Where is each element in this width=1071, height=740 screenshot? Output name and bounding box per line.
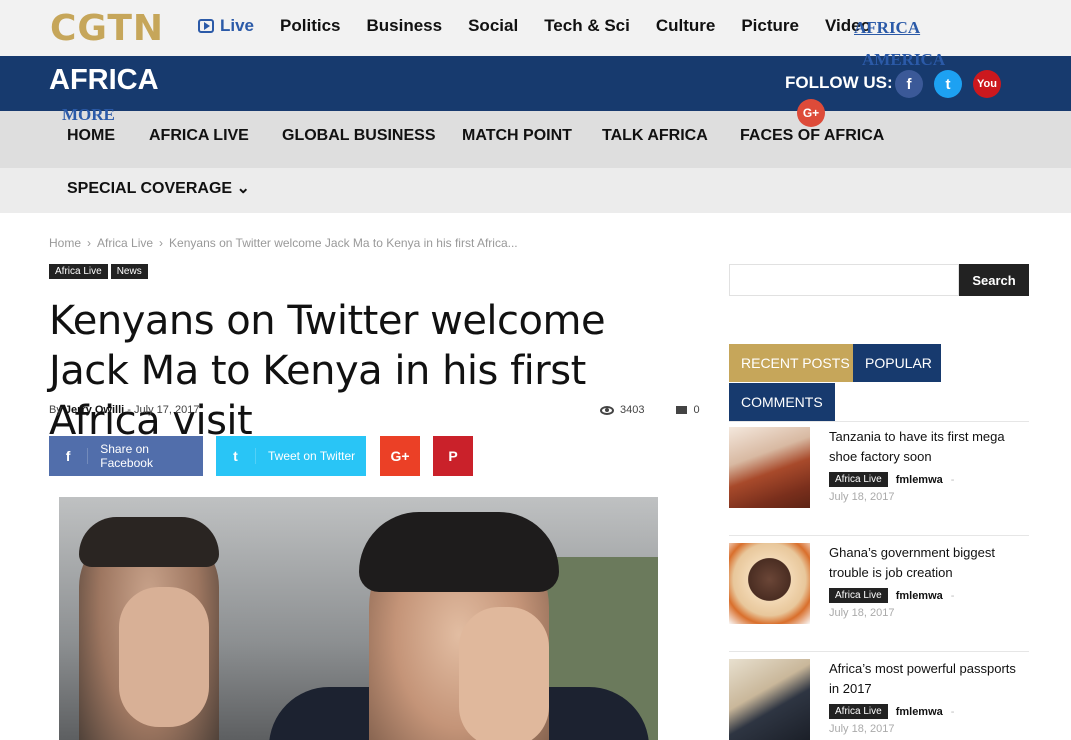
tag-africa-live[interactable]: Africa Live: [49, 264, 108, 279]
article-photo: [59, 497, 658, 740]
author-link[interactable]: Jerry Owilli: [65, 404, 124, 416]
follow-us-label: FOLLOW US:: [785, 73, 893, 92]
post-meta: Africa Live fmlemwa -: [829, 472, 954, 487]
tab-recent-posts[interactable]: RECENT POSTS: [729, 344, 853, 382]
nav-tech-sci[interactable]: Tech & Sci: [544, 16, 630, 36]
view-count: 3403: [620, 404, 645, 416]
breadcrumb-current: Kenyans on Twitter welcome Jack Ma to Ke…: [169, 236, 518, 250]
twitter-icon[interactable]: t: [934, 70, 962, 98]
post-category[interactable]: Africa Live: [829, 588, 888, 603]
share-twitter-button[interactable]: t Tweet on Twitter: [216, 436, 366, 476]
post-date: July 18, 2017: [829, 723, 895, 735]
divider: [729, 535, 1029, 536]
post-meta: Africa Live fmlemwa -: [829, 588, 954, 603]
menu-home[interactable]: HOME: [67, 127, 115, 145]
meta-separator: -: [950, 589, 955, 602]
post-date: July 18, 2017: [829, 607, 895, 619]
divider: [729, 651, 1029, 652]
post-author[interactable]: fmlemwa: [896, 706, 943, 718]
breadcrumb-separator: ›: [159, 236, 164, 250]
article-tags: Africa Live News: [49, 264, 148, 279]
breadcrumb: Home › Africa Live › Kenyans on Twitter …: [49, 236, 518, 250]
nav-more[interactable]: MORE: [62, 105, 115, 125]
share-google-plus-button[interactable]: G+: [380, 436, 420, 476]
article-stats: 3403 0: [600, 404, 700, 416]
menu-global-business[interactable]: GLOBAL BUSINESS: [282, 127, 436, 145]
list-item[interactable]: Africa’s most powerful passports in 2017…: [729, 659, 1029, 740]
post-author[interactable]: fmlemwa: [896, 474, 943, 486]
post-thumbnail[interactable]: [729, 543, 810, 624]
list-item[interactable]: Tanzania to have its first mega shoe fac…: [729, 427, 1029, 517]
views-icon: [600, 405, 614, 415]
article-headline: Kenyans on Twitter welcome Jack Ma to Ke…: [49, 298, 606, 444]
nav-social[interactable]: Social: [468, 16, 518, 36]
search-input[interactable]: [729, 264, 959, 296]
nav-business[interactable]: Business: [367, 16, 443, 36]
comment-count[interactable]: 0: [693, 404, 699, 416]
byline: By Jerry Owilli - July 17, 2017: [49, 404, 199, 416]
section-title[interactable]: AFRICA: [49, 64, 159, 97]
share-pinterest-button[interactable]: P: [433, 436, 473, 476]
nav-america[interactable]: AMERICA: [862, 50, 945, 70]
post-title[interactable]: Africa’s most powerful passports in 2017: [829, 659, 1029, 699]
search-button[interactable]: Search: [959, 264, 1029, 296]
menu-faces-of-africa[interactable]: FACES OF AFRICA: [740, 127, 884, 145]
breadcrumb-africa-live[interactable]: Africa Live: [97, 236, 153, 250]
nav-africa[interactable]: AFRICA: [854, 18, 920, 38]
meta-separator: -: [950, 473, 955, 486]
nav-live-label: Live: [220, 16, 255, 35]
byline-sep: -: [127, 404, 131, 416]
share-twitter-label: Tweet on Twitter: [268, 449, 356, 463]
facebook-icon: f: [49, 448, 89, 464]
menu-special-coverage[interactable]: SPECIAL COVERAGE ⌄: [67, 178, 250, 198]
post-author[interactable]: fmlemwa: [896, 590, 943, 602]
nav-politics[interactable]: Politics: [280, 16, 340, 36]
post-date: July 18, 2017: [829, 491, 895, 503]
post-category[interactable]: Africa Live: [829, 472, 888, 487]
breadcrumb-separator: ›: [87, 236, 92, 250]
post-thumbnail[interactable]: [729, 659, 810, 740]
post-title[interactable]: Tanzania to have its first mega shoe fac…: [829, 427, 1029, 467]
post-title[interactable]: Ghana’s government biggest trouble is jo…: [829, 543, 1029, 583]
comments-icon[interactable]: [676, 406, 688, 414]
nav-picture[interactable]: Picture: [741, 16, 799, 36]
breadcrumb-home[interactable]: Home: [49, 236, 81, 250]
meta-separator: -: [950, 705, 955, 718]
tab-popular[interactable]: POPULAR: [853, 344, 943, 382]
byline-by: By: [49, 404, 62, 416]
cgtn-logo[interactable]: CGTN: [50, 8, 164, 49]
menu-talk-africa[interactable]: TALK AFRICA: [602, 127, 708, 145]
tag-news[interactable]: News: [110, 264, 148, 279]
menu-africa-live[interactable]: AFRICA LIVE: [149, 127, 249, 145]
article-date: July 17, 2017: [134, 404, 200, 416]
top-nav: Live Politics Business Social Tech & Sci…: [198, 16, 897, 36]
twitter-icon: t: [216, 448, 256, 464]
share-facebook-button[interactable]: f Share on Facebook: [49, 436, 203, 476]
tab-divider: [729, 421, 1029, 422]
youtube-icon[interactable]: You: [973, 70, 1001, 98]
post-meta: Africa Live fmlemwa -: [829, 704, 954, 719]
tab-comments[interactable]: COMMENTS: [729, 383, 835, 421]
menu-match-point[interactable]: MATCH POINT: [462, 127, 572, 145]
list-item[interactable]: Ghana’s government biggest trouble is jo…: [729, 543, 1029, 633]
facebook-icon[interactable]: f: [895, 70, 923, 98]
nav-culture[interactable]: Culture: [656, 16, 716, 36]
sub-menu: SPECIAL COVERAGE ⌄: [0, 168, 1071, 213]
top-navbar: CGTN Live Politics Business Social Tech …: [0, 0, 1071, 56]
google-plus-icon[interactable]: G+: [797, 99, 825, 127]
post-thumbnail[interactable]: [729, 427, 810, 508]
live-tv-icon: [198, 19, 214, 33]
nav-live[interactable]: Live: [198, 16, 254, 36]
share-facebook-label: Share on Facebook: [100, 442, 153, 470]
main-menu: HOME AFRICA LIVE GLOBAL BUSINESS MATCH P…: [0, 111, 1071, 168]
post-category[interactable]: Africa Live: [829, 704, 888, 719]
